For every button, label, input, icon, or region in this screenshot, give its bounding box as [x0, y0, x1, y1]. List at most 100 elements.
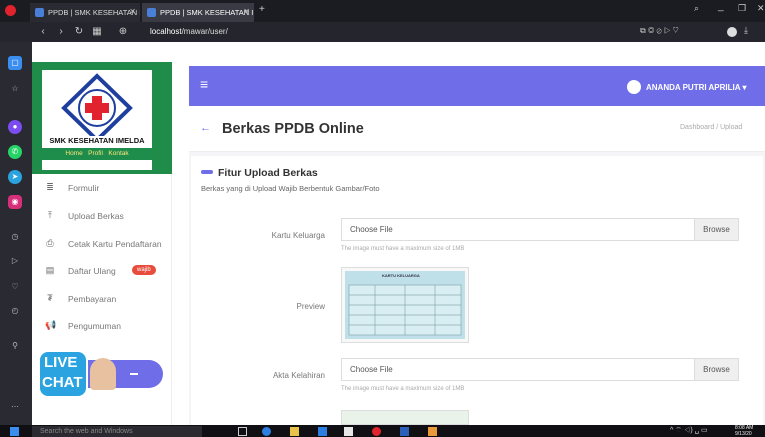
card-title: Fitur Upload Berkas — [218, 167, 318, 179]
minimize-icon[interactable]: _ — [718, 1, 724, 12]
url-field[interactable]: localhost/mawar/user/ — [150, 25, 228, 39]
app-icon[interactable] — [344, 427, 353, 436]
back-icon[interactable]: ‹ — [36, 25, 50, 39]
sidebar-item-upload-berkas[interactable]: ⤒ Upload Berkas — [32, 203, 172, 229]
opera-taskbar-icon[interactable] — [372, 427, 381, 436]
browser-tab-1[interactable]: PPDB | SMK KESEHATAN IM ✕ — [30, 3, 140, 22]
play-icon[interactable]: ▷ — [664, 26, 670, 35]
forward-icon[interactable]: › — [54, 25, 68, 39]
live-chat-line1: LIVE — [44, 354, 78, 371]
clock-date: 9/13/20 — [735, 431, 752, 437]
logo-text: SMK KESEHATAN IMELDA — [44, 136, 150, 145]
caret-down-icon: ▾ — [742, 83, 747, 92]
kk-preview-image: KARTU KELUARGA — [341, 267, 469, 343]
logo-link-profil[interactable]: Profil — [88, 150, 103, 157]
browser-sidebar: ▢ ☆ ● ✆ ➤ ◉ ◷ ▷ ♡ ◴ ⚲ ⋯ — [0, 42, 32, 425]
upload-icon: ⤒ — [48, 210, 52, 220]
sidebar-item-label: Pembayaran — [68, 294, 117, 304]
sidebar-item-label: Daftar Ulang — [68, 266, 116, 276]
favicon-icon — [147, 8, 156, 17]
location-icon[interactable]: ⚲ — [8, 339, 22, 353]
browser-tab-2[interactable]: PPDB | SMK KESEHATAN IM ✕ — [142, 3, 254, 22]
card-accent-bar — [201, 170, 213, 174]
akta-file-input[interactable]: Choose File Browse — [341, 358, 739, 381]
new-tab-button[interactable]: + — [259, 4, 265, 15]
workspace-icon[interactable]: ▢ — [8, 56, 22, 70]
agent-avatar — [90, 358, 116, 390]
system-tray-icons[interactable]: ^ ⌔ ◁) ␣ ▭ — [670, 426, 708, 435]
live-chat-line2: CHAT — [42, 374, 83, 391]
browse-button[interactable]: Browse — [694, 219, 738, 240]
telegram-icon[interactable]: ➤ — [8, 170, 22, 184]
heart-icon[interactable]: ♡ — [673, 26, 679, 35]
akta-label: Akta Kelahiran — [272, 371, 325, 380]
player-icon[interactable]: ▷ — [8, 254, 22, 268]
live-chat-widget[interactable]: LIVE CHAT — [38, 350, 163, 405]
snapshot-icon[interactable]: ⧉ — [640, 26, 646, 35]
taskbar-clock[interactable]: 8:08 AM 9/13/20 — [735, 425, 753, 437]
url-host: localhost — [150, 27, 182, 36]
tab-1-label: PPDB | SMK KESEHATAN IM — [48, 8, 140, 17]
breadcrumb[interactable]: Dashboard / Upload — [680, 124, 742, 131]
sidebar-item-pengumuman[interactable]: 📢 Pengumuman — [32, 313, 172, 339]
sidebar-item-pembayaran[interactable]: ₮ Pembayaran — [32, 286, 172, 312]
kk-helper-text: The image must have a maximum size of 1M… — [341, 246, 465, 252]
user-menu[interactable]: ANANDA PUTRI APRILIA ▾ — [646, 83, 746, 92]
opera-logo-icon[interactable] — [5, 5, 16, 16]
instagram-icon[interactable]: ◉ — [8, 195, 22, 209]
url-path: /mawar/user/ — [181, 27, 228, 36]
reload-icon[interactable]: ↻ — [72, 25, 86, 39]
money-icon: ₮ — [47, 293, 53, 303]
menu-toggle-icon[interactable]: ≡ — [200, 76, 208, 92]
school-logo: SMK KESEHATAN IMELDA Home Profil Kontak — [42, 70, 152, 170]
more-icon[interactable]: ⋯ — [8, 400, 22, 414]
preview-label: Preview — [296, 302, 325, 311]
windows-start-icon[interactable] — [10, 427, 19, 436]
maximize-icon[interactable]: ❐ — [738, 3, 746, 14]
close-tab-icon[interactable]: ✕ — [129, 7, 136, 16]
download-icon[interactable]: ⤓ — [744, 25, 748, 36]
logo-links: Home Profil Kontak — [42, 148, 152, 160]
clock-icon[interactable]: ◴ — [8, 304, 22, 318]
address-bar-tools: ⧉ ◎ ⊘ ▷ ♡ — [640, 26, 679, 36]
file-explorer-icon[interactable] — [290, 427, 299, 436]
logo-link-home[interactable]: Home — [65, 150, 82, 157]
card-description: Berkas yang di Upload Wajib Berbentuk Ga… — [201, 184, 380, 193]
table-icon: ▤ — [45, 265, 55, 275]
close-window-icon[interactable]: ✕ — [757, 3, 765, 14]
history-icon[interactable]: ◷ — [8, 230, 22, 244]
sidebar-item-formulir[interactable]: ≣ Formulir — [32, 175, 172, 201]
taskbar-search-input[interactable]: Search the web and Windows — [32, 426, 202, 437]
vpn-icon[interactable]: ◎ — [648, 26, 654, 35]
logo-link-kontak[interactable]: Kontak — [108, 150, 128, 157]
choose-file-text: Choose File — [350, 365, 393, 374]
word-icon[interactable] — [400, 427, 409, 436]
whatsapp-icon[interactable]: ✆ — [8, 145, 22, 159]
page-title: Berkas PPDB Online — [222, 121, 364, 137]
sidebar-item-label: Cetak Kartu Pendaftaran — [68, 239, 162, 249]
sidebar-item-label: Formulir — [68, 183, 100, 193]
choose-file-text: Choose File — [350, 225, 393, 234]
back-arrow-icon[interactable]: ← — [200, 122, 211, 134]
avatar[interactable] — [627, 80, 641, 94]
adblock-icon[interactable]: ⊘ — [657, 26, 662, 35]
sidebar-item-cetak-kartu[interactable]: ⎙ Cetak Kartu Pendaftaran — [32, 231, 172, 257]
messenger-icon[interactable]: ● — [8, 120, 22, 134]
gallery-icon[interactable] — [428, 427, 437, 436]
speed-dial-icon[interactable]: ▦ — [90, 25, 104, 39]
star-icon[interactable]: ☆ — [8, 82, 22, 96]
browse-button[interactable]: Browse — [694, 359, 738, 380]
megaphone-icon: 📢 — [45, 320, 57, 330]
close-tab-icon[interactable]: ✕ — [243, 7, 250, 16]
preview-doc-title: KARTU KELUARGA — [382, 273, 420, 278]
profile-icon[interactable] — [727, 27, 737, 37]
heart-icon[interactable]: ♡ — [8, 280, 22, 294]
edge-icon[interactable] — [262, 427, 271, 436]
task-view-icon[interactable] — [238, 427, 247, 436]
store-icon[interactable] — [318, 427, 327, 436]
kk-file-input[interactable]: Choose File Browse — [341, 218, 739, 241]
search-tabs-icon[interactable]: ⌕ — [694, 3, 699, 14]
favicon-icon — [35, 8, 44, 17]
akta-preview-image — [341, 410, 469, 425]
site-info-icon[interactable]: ⊕ — [116, 25, 130, 39]
